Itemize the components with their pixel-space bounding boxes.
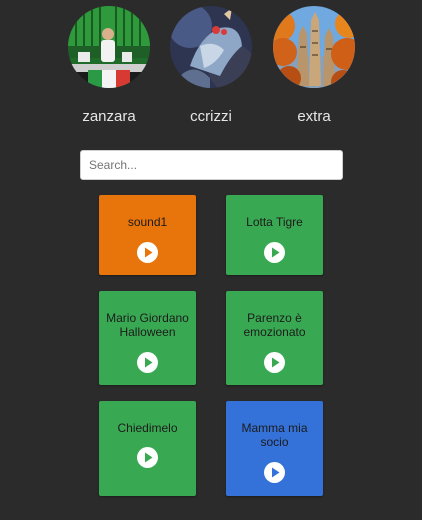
sound-card-title: Mario Giordano Halloween (106, 311, 189, 339)
sound-card-title: Lotta Tigre (246, 215, 303, 229)
play-circle-icon[interactable] (137, 447, 158, 468)
avatar-ccrizzi-image (170, 6, 252, 88)
play-circle-icon[interactable] (137, 352, 158, 373)
sound-card-title: Parenzo è emozionato (243, 311, 306, 339)
user-name-ccrizzi[interactable]: ccrizzi (156, 108, 266, 125)
soundboard-screen: zanzara ccrizzi extra sound1 Lotta Tigre… (0, 0, 422, 520)
avatar-zanzara[interactable] (68, 6, 150, 88)
play-circle-icon[interactable] (264, 242, 285, 263)
play-circle-icon[interactable] (264, 462, 285, 483)
avatar-zanzara-image (68, 6, 150, 88)
sound-card-title: Mamma mia socio (241, 421, 308, 449)
avatar-extra[interactable] (273, 6, 355, 88)
sound-card-lotta-tigre[interactable]: Lotta Tigre (226, 195, 323, 275)
sound-card-title: sound1 (127, 215, 168, 229)
sound-card-sound1[interactable]: sound1 (99, 195, 196, 275)
user-name-zanzara[interactable]: zanzara (54, 108, 164, 125)
search-input[interactable] (80, 150, 343, 180)
sound-card-title: Chiedimelo (117, 421, 178, 435)
sound-card-mamma-mia-socio[interactable]: Mamma mia socio (226, 401, 323, 496)
sound-card-mario-giordano-halloween[interactable]: Mario Giordano Halloween (99, 291, 196, 385)
play-circle-icon[interactable] (137, 242, 158, 263)
sound-card-chiedimelo[interactable]: Chiedimelo (99, 401, 196, 496)
avatar-extra-image (273, 6, 355, 88)
sound-card-parenzo-emozionato[interactable]: Parenzo è emozionato (226, 291, 323, 385)
user-name-extra[interactable]: extra (259, 108, 369, 125)
play-circle-icon[interactable] (264, 352, 285, 373)
avatar-ccrizzi[interactable] (170, 6, 252, 88)
